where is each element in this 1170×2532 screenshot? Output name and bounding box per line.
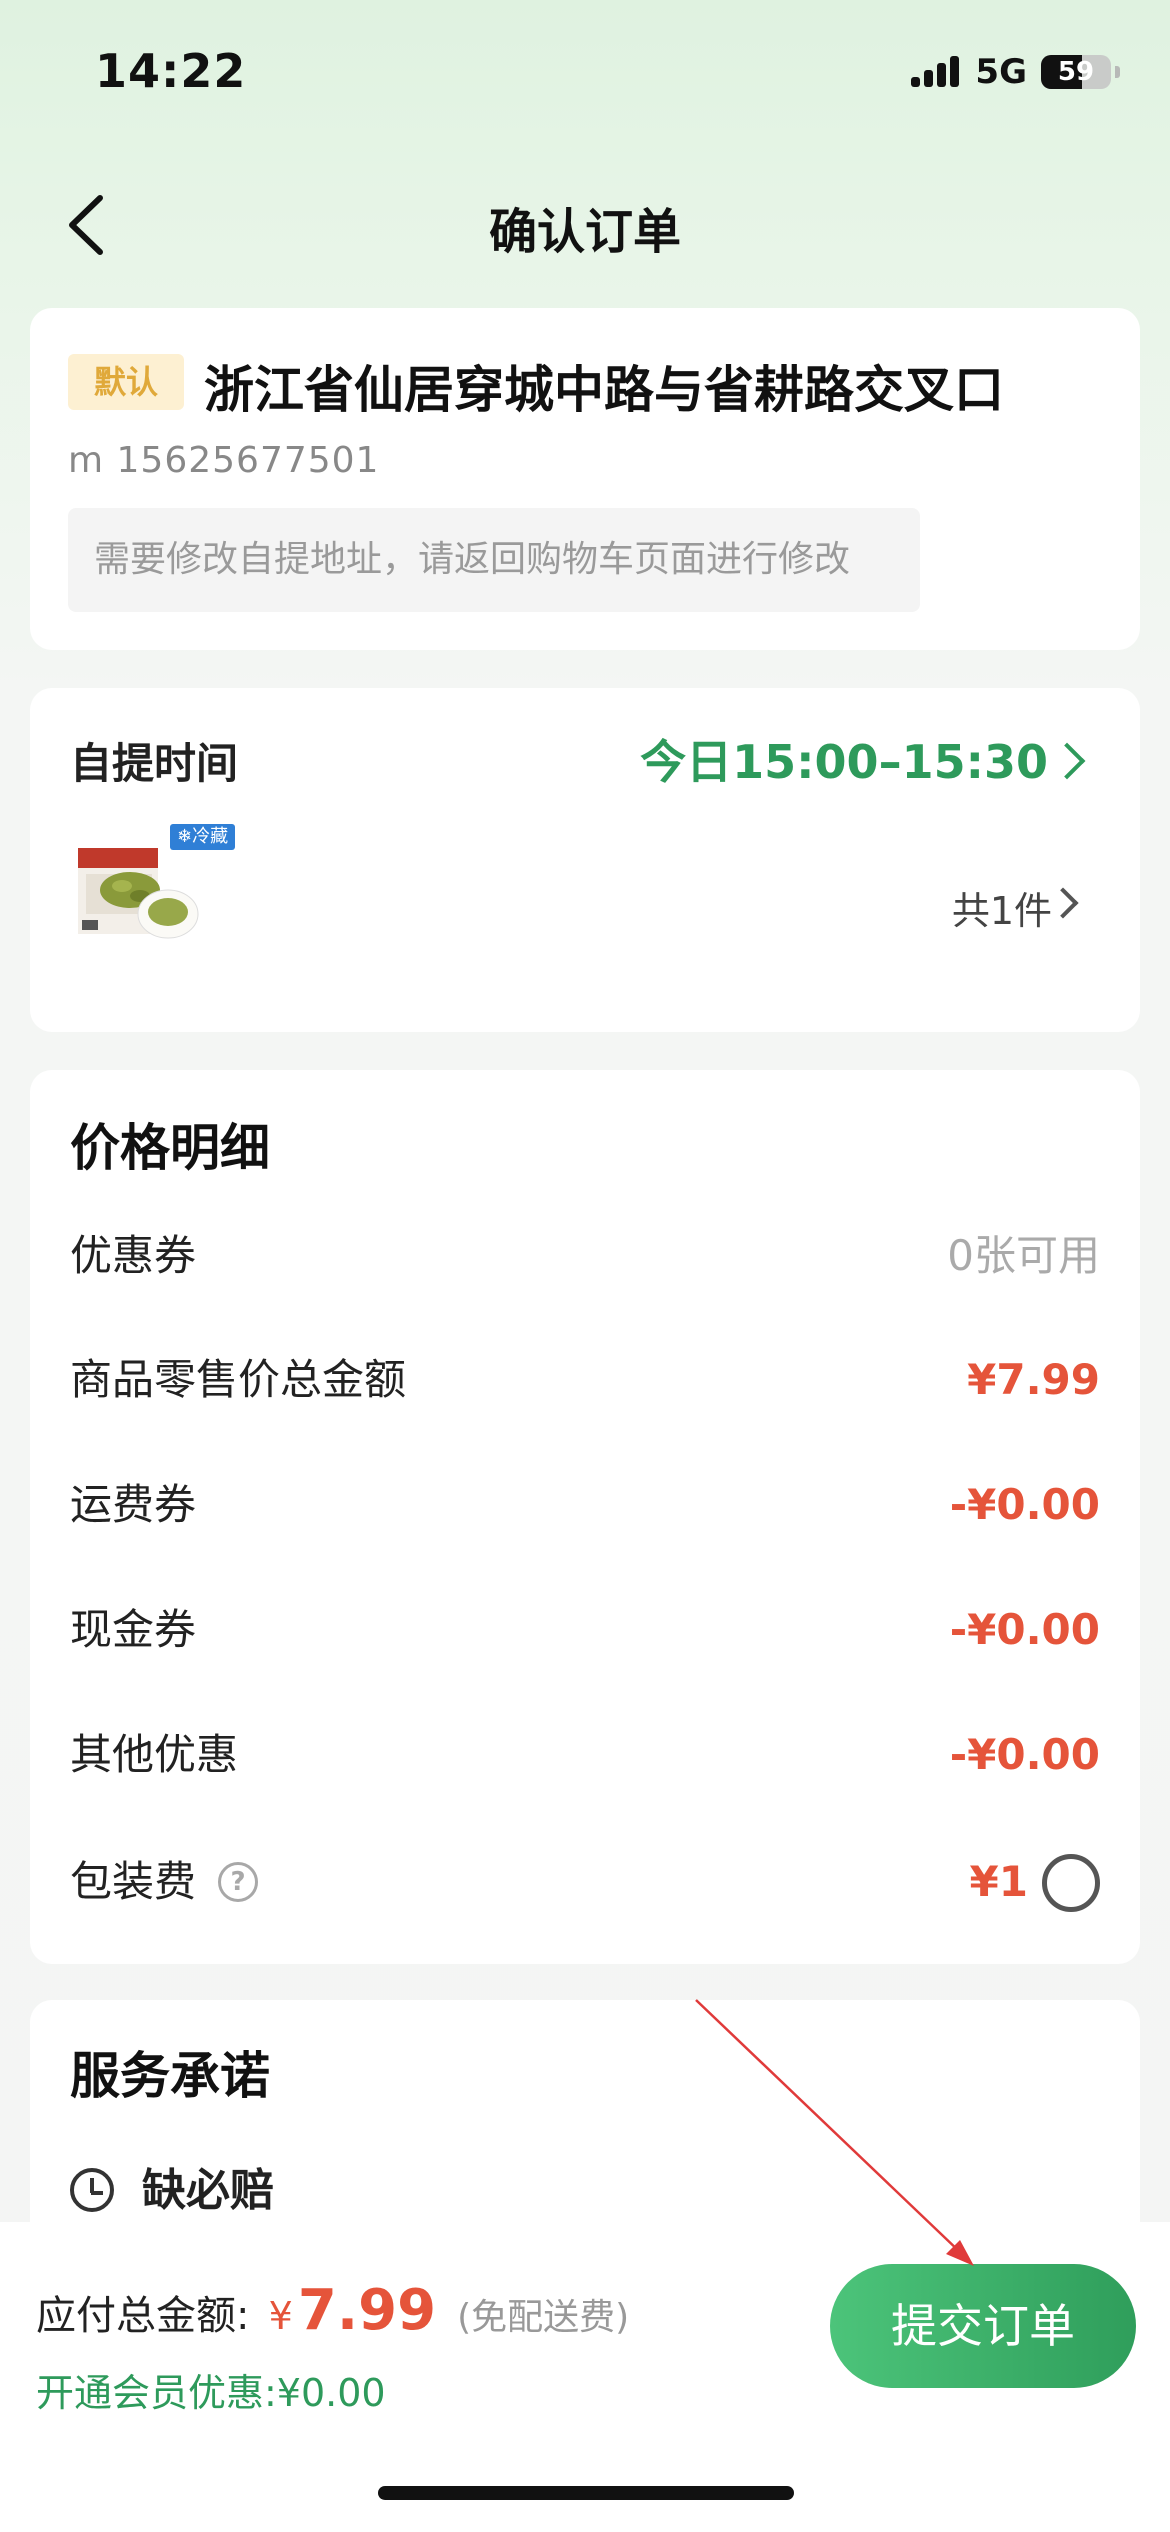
chevron-right-icon[interactable] — [1048, 742, 1086, 780]
row-label: 包装费 — [70, 1857, 197, 1906]
row-value: -¥0.00 — [949, 1605, 1100, 1654]
network-label: 5G — [975, 52, 1027, 92]
page-title: 确认订单 — [488, 204, 681, 260]
packaging-fee-row: 包装费 ? ¥1 — [70, 1852, 1100, 1912]
cold-storage-tag: ❄冷藏 — [170, 824, 236, 850]
row-value: ¥1 — [969, 1857, 1028, 1906]
service-section-title: 服务承诺 — [70, 2047, 270, 2105]
row-value: -¥0.00 — [949, 1730, 1100, 1779]
retail-total-row: 商品零售价总金额 ¥7.99 — [70, 1350, 1100, 1410]
row-value: 0张可用 — [947, 1231, 1100, 1280]
service-item-label: 缺必赔 — [142, 2165, 274, 2216]
pickup-card: 自提时间 今日15:00–15:30 ❄冷藏 共1件 — [30, 688, 1140, 1032]
address-note: 需要修改自提地址，请返回购物车页面进行修改 — [68, 508, 920, 612]
member-discount-link[interactable]: 开通会员优惠:¥0.00 — [36, 2362, 386, 2417]
status-time: 14:22 — [95, 44, 247, 98]
row-value: ¥7.99 — [967, 1355, 1100, 1404]
signal-icon — [911, 55, 961, 89]
packaging-radio[interactable] — [1042, 1854, 1100, 1912]
pickup-label: 自提时间 — [70, 739, 239, 788]
other-discount-row: 其他优惠 -¥0.00 — [70, 1725, 1100, 1785]
address-card: 默认 浙江省仙居穿城中路与省耕路交叉口 m 15625677501 需要修改自提… — [30, 308, 1140, 650]
chevron-right-icon[interactable] — [1047, 887, 1079, 919]
row-label: 优惠券 — [70, 1231, 197, 1280]
submit-order-button[interactable]: 提交订单 — [830, 2264, 1136, 2388]
address-text: 浙江省仙居穿城中路与省耕路交叉口 — [204, 361, 1004, 419]
coupon-row[interactable]: 优惠券 0张可用 — [70, 1226, 1100, 1286]
default-badge: 默认 — [68, 354, 184, 410]
currency-symbol: ¥ — [268, 2294, 293, 2338]
row-value: -¥0.00 — [949, 1480, 1100, 1529]
row-label: 运费券 — [70, 1480, 197, 1529]
annotation-arrow — [695, 1999, 974, 2266]
battery-level: 59 — [1057, 57, 1095, 87]
delivery-note: (免配送费) — [457, 2297, 630, 2338]
total-line: 应付总金额: ¥ 7.99 (免配送费) — [36, 2278, 629, 2343]
pickup-time[interactable]: 今日15:00–15:30 — [640, 726, 1048, 792]
row-label: 商品零售价总金额 — [70, 1355, 407, 1404]
row-label: 其他优惠 — [70, 1730, 239, 1779]
price-detail-card: 价格明细 优惠券 0张可用 商品零售价总金额 ¥7.99 运费券 -¥0.00 … — [30, 1070, 1140, 1964]
clock-icon — [70, 2168, 114, 2212]
row-label: 现金券 — [70, 1605, 197, 1654]
status-icons: 5G 59 — [911, 52, 1120, 92]
status-bar: 14:22 5G 59 — [0, 0, 1170, 150]
address-phone: m 15625677501 — [68, 440, 380, 481]
total-amount: 7.99 — [297, 2278, 437, 2343]
total-label: 应付总金额: — [36, 2293, 250, 2339]
help-icon[interactable]: ? — [218, 1862, 258, 1902]
item-count[interactable]: 共1件 — [952, 880, 1052, 935]
cash-coupon-row: 现金券 -¥0.00 — [70, 1600, 1100, 1660]
nav-bar: 确认订单 — [0, 170, 1170, 280]
home-indicator — [378, 2486, 794, 2500]
battery-icon: 59 — [1041, 55, 1111, 89]
price-section-title: 价格明细 — [70, 1119, 270, 1177]
shipping-coupon-row: 运费券 -¥0.00 — [70, 1475, 1100, 1535]
